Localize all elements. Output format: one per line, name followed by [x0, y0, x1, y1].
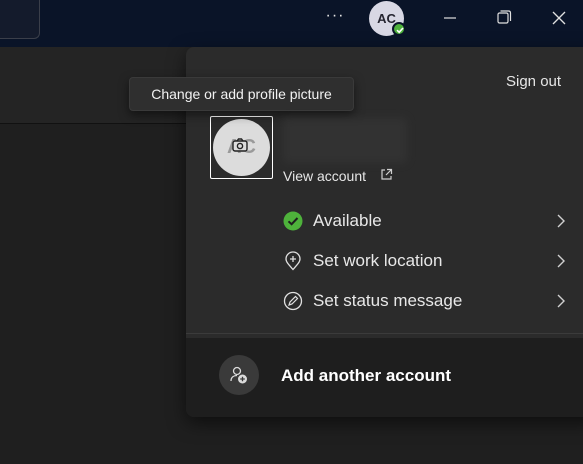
minimize-icon: [444, 17, 456, 19]
blurred-user-name: [283, 118, 407, 163]
search-box[interactable]: [0, 0, 40, 39]
view-account-link[interactable]: View account: [283, 168, 366, 184]
edit-pencil-icon: [283, 291, 303, 311]
set-work-location-item[interactable]: Set work location: [283, 249, 583, 275]
available-check-icon: [283, 211, 303, 231]
sign-out-link[interactable]: Sign out: [506, 73, 561, 90]
restore-icon: [497, 10, 512, 24]
restore-button[interactable]: [481, 0, 527, 36]
camera-icon: [232, 138, 248, 152]
profile-avatar-button[interactable]: AC: [369, 1, 406, 36]
status-available-item[interactable]: Available: [283, 209, 583, 235]
external-link-icon: [381, 168, 393, 180]
panel-divider: [186, 333, 583, 334]
profile-picture-tooltip: Change or add profile picture: [129, 77, 354, 111]
chevron-right-icon: [557, 214, 565, 228]
add-person-icon: [230, 366, 247, 384]
close-button[interactable]: [536, 0, 582, 36]
close-icon: [552, 11, 566, 25]
chevron-right-icon: [557, 254, 565, 268]
more-options-button[interactable]: ···: [321, 6, 349, 30]
set-work-location-label: Set work location: [313, 251, 443, 270]
status-available-label: Available: [313, 211, 382, 230]
presence-available-icon: [392, 22, 406, 36]
minimize-button[interactable]: [427, 0, 473, 36]
chevron-right-icon: [557, 294, 565, 308]
add-account-icon-circle[interactable]: [219, 355, 259, 395]
set-status-message-item[interactable]: Set status message: [283, 289, 583, 315]
location-pin-icon: [285, 251, 301, 271]
set-status-message-label: Set status message: [313, 291, 463, 310]
profile-picture-button[interactable]: AC: [210, 116, 273, 179]
add-another-account-button[interactable]: Add another account: [281, 366, 451, 386]
